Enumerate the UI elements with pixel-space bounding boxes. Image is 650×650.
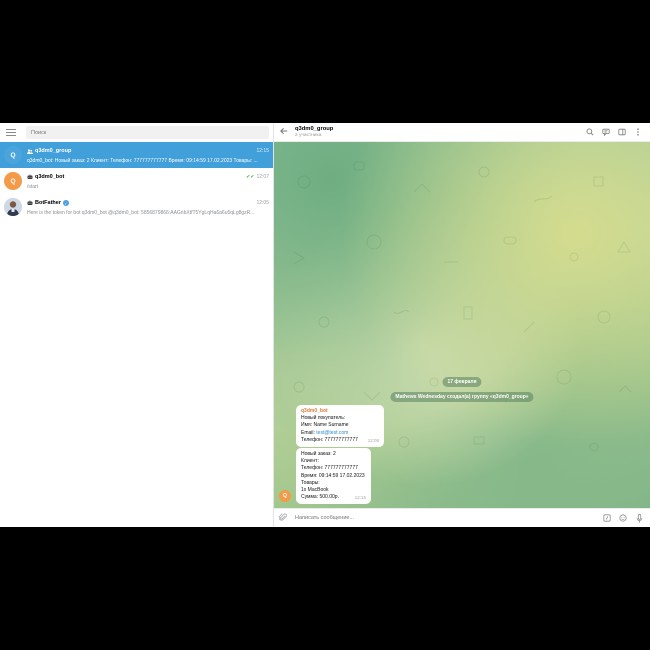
- chat-name: q3dm0_group: [35, 148, 72, 154]
- double-check-icon: ✔✔: [246, 174, 255, 180]
- bot-icon: [27, 200, 33, 205]
- chat-time: 12:15: [256, 148, 269, 154]
- more-vertical-icon[interactable]: [632, 126, 644, 138]
- message-line: Email: test@test.com: [301, 429, 349, 436]
- message-bubble[interactable]: Новый заказ: 2 Клиент: Телефон: 77777777…: [296, 448, 371, 505]
- botfather-avatar: [4, 198, 22, 216]
- message-time: 12:15: [354, 495, 366, 501]
- chat-name: BotFather: [35, 200, 61, 206]
- chat-preview: q3dm0_bot: Новый заказ: 2 Клиент: Телефо…: [27, 157, 258, 164]
- sidebar-toggle-icon[interactable]: [616, 126, 628, 138]
- message-line: Имя: Name Surname: [301, 422, 349, 429]
- telegram-window: Q q3dm0_group 12:15 q3dm0_bot: Новый зак…: [0, 123, 650, 527]
- message-composer: [274, 508, 650, 527]
- emoji-icon[interactable]: [617, 512, 629, 524]
- conversation-panel: q3dm0_group 2 участника 17 февраля Mathe…: [274, 123, 650, 527]
- chat-subtitle: 2 участника: [295, 133, 322, 138]
- message-line: Клиент:: [301, 458, 319, 465]
- sender-avatar[interactable]: Q: [279, 490, 291, 502]
- chat-item-botfather[interactable]: BotFather ✓ 12:05 Here is the token for …: [0, 194, 273, 220]
- chat-item-q3dm0-group[interactable]: Q q3dm0_group 12:15 q3dm0_bot: Новый зак…: [0, 142, 273, 168]
- message-line: 1x MacBook: [301, 487, 329, 494]
- service-message: Mathews Wednesday создал(а) группу «q3dm…: [390, 392, 534, 402]
- chat-title: q3dm0_group: [295, 126, 334, 132]
- comments-icon[interactable]: [600, 126, 612, 138]
- microphone-icon[interactable]: [633, 512, 645, 524]
- chat-preview: /start: [27, 183, 39, 190]
- back-arrow-icon[interactable]: [280, 127, 290, 137]
- message-line: Время: 09:14:59 17.02.2023: [301, 472, 365, 479]
- attach-paperclip-icon[interactable]: [278, 512, 291, 524]
- message-line: Новый заказ: 2: [301, 451, 336, 457]
- avatar: Q: [4, 146, 22, 164]
- chat-title-block[interactable]: q3dm0_group 2 участника: [295, 126, 580, 138]
- avatar: Q: [4, 172, 22, 190]
- bot-commands-icon[interactable]: [601, 512, 613, 524]
- message-line: Новый покупатель:: [301, 415, 346, 422]
- chat-preview: Here is the token for bot q3dm0_bot @q3d…: [27, 209, 255, 216]
- group-icon: [27, 148, 33, 154]
- search-input[interactable]: [26, 126, 269, 139]
- date-badge: 17 февраля: [442, 377, 482, 387]
- verified-icon: ✓: [62, 200, 69, 206]
- email-link[interactable]: test@test.com: [316, 430, 348, 436]
- bot-icon: [27, 174, 33, 179]
- search-icon[interactable]: [584, 126, 596, 138]
- chat-header: q3dm0_group 2 участника: [274, 123, 650, 142]
- message-bubble[interactable]: q3dm0_bot Новый покупатель: Имя: Name Su…: [296, 405, 384, 448]
- message-area[interactable]: 17 февраля Mathews Wednesday создал(а) г…: [274, 142, 650, 508]
- sidebar-header: [0, 123, 273, 142]
- message-input[interactable]: [291, 512, 597, 524]
- message-line: Телефон: 777777777777: [301, 465, 358, 472]
- chat-list-panel: Q q3dm0_group 12:15 q3dm0_bot: Новый зак…: [0, 123, 274, 527]
- chat-time: 12:05: [256, 200, 269, 206]
- message-line: Товары:: [301, 479, 320, 486]
- chat-name: q3dm0_bot: [35, 174, 65, 180]
- message-time: 12:08: [367, 437, 379, 443]
- chat-time: 12:07: [256, 174, 269, 180]
- chat-item-q3dm0-bot[interactable]: Q q3dm0_bot ✔✔ 12:07 /start: [0, 168, 273, 194]
- hamburger-menu-icon[interactable]: [6, 126, 20, 140]
